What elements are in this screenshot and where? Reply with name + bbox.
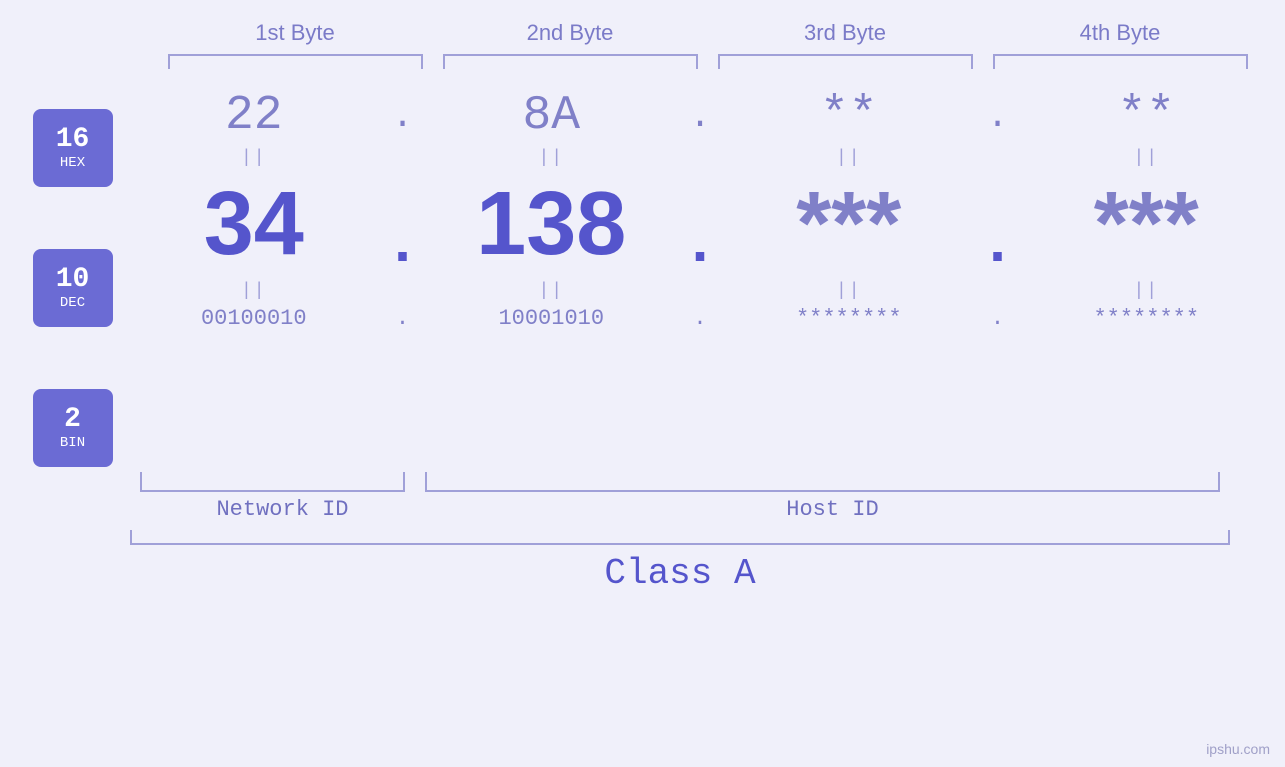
dec-cell-2: 138 bbox=[428, 173, 676, 276]
id-labels-row: Network ID Host ID bbox=[130, 497, 1230, 522]
dec-value-1: 34 bbox=[204, 173, 304, 276]
bin-dot-2: . bbox=[675, 306, 725, 331]
eq-cell-4: || bbox=[1023, 148, 1271, 168]
dec-dot-1: . bbox=[378, 186, 428, 276]
hex-dot-1: . bbox=[378, 96, 428, 137]
bin-cell-2: 10001010 bbox=[428, 306, 676, 331]
bin-value-3: ******** bbox=[796, 306, 902, 331]
host-id-label: Host ID bbox=[435, 497, 1230, 522]
bin-dot-val-1: . bbox=[396, 306, 409, 331]
hex-dot-2: . bbox=[675, 96, 725, 137]
hex-dot-val-2: . bbox=[689, 96, 711, 137]
bin-badge: 2 BIN bbox=[33, 389, 113, 467]
dec-value-3: *** bbox=[796, 173, 901, 276]
dec-dot-2: . bbox=[675, 186, 725, 276]
dec-cell-3: *** bbox=[725, 173, 973, 276]
bin-badge-num: 2 bbox=[64, 405, 81, 436]
bin-cell-1: 00100010 bbox=[130, 306, 378, 331]
top-bracket-row bbox=[158, 54, 1258, 74]
class-label: Class A bbox=[130, 553, 1230, 594]
byte-header-1: 1st Byte bbox=[158, 20, 433, 54]
eq-cell-1: || bbox=[130, 148, 378, 168]
bin-badge-label: BIN bbox=[60, 435, 85, 451]
hex-dot-val-1: . bbox=[392, 96, 414, 137]
equals-row-1: || || || || bbox=[130, 143, 1270, 173]
byte-headers-row: 1st Byte 2nd Byte 3rd Byte 4th Byte bbox=[158, 20, 1258, 54]
dec-badge-num: 10 bbox=[56, 265, 90, 296]
dec-value-4: *** bbox=[1094, 173, 1199, 276]
main-container: 1st Byte 2nd Byte 3rd Byte 4th Byte 16 H… bbox=[0, 0, 1285, 767]
eq-cell-3: || bbox=[725, 148, 973, 168]
bin-data-row: 00100010 . 10001010 . ******** . bbox=[130, 306, 1270, 331]
network-id-label: Network ID bbox=[130, 497, 435, 522]
hex-cell-2: 8A bbox=[428, 89, 676, 143]
equals-row-2: || || || || bbox=[130, 276, 1270, 306]
badges-column: 16 HEX 10 DEC 2 BIN bbox=[0, 89, 130, 467]
hex-cell-1: 22 bbox=[130, 89, 378, 143]
eq2-cell-4: || bbox=[1023, 281, 1271, 301]
dec-dot-val-3: . bbox=[979, 186, 1015, 276]
bracket-top-4 bbox=[993, 54, 1248, 69]
bracket-1 bbox=[168, 54, 423, 74]
bracket-2 bbox=[443, 54, 698, 74]
hex-value-4: ** bbox=[1117, 89, 1175, 143]
hex-cell-4: ** bbox=[1023, 89, 1271, 143]
hex-value-2: 8A bbox=[522, 89, 580, 143]
bracket-top-3 bbox=[718, 54, 973, 69]
hex-data-row: 22 . 8A . ** . ** bbox=[130, 89, 1270, 143]
bracket-4 bbox=[993, 54, 1248, 74]
dec-value-2: 138 bbox=[476, 173, 626, 276]
bracket-3 bbox=[718, 54, 973, 74]
dec-dot-val-2: . bbox=[682, 186, 718, 276]
hex-badge-num: 16 bbox=[56, 125, 90, 156]
dec-cell-4: *** bbox=[1023, 173, 1271, 276]
bin-dot-3: . bbox=[973, 306, 1023, 331]
hex-dot-val-3: . bbox=[987, 96, 1009, 137]
bottom-brackets bbox=[130, 472, 1230, 492]
hex-badge: 16 HEX bbox=[33, 109, 113, 187]
bracket-top-1 bbox=[168, 54, 423, 69]
bin-value-2: 10001010 bbox=[498, 306, 604, 331]
bottom-area: Network ID Host ID Class A bbox=[0, 472, 1285, 594]
network-id-bracket bbox=[140, 472, 405, 492]
bin-dot-val-3: . bbox=[991, 306, 1004, 331]
bin-cell-3: ******** bbox=[725, 306, 973, 331]
byte-header-4: 4th Byte bbox=[983, 20, 1258, 54]
dec-badge-label: DEC bbox=[60, 295, 85, 311]
eq2-cell-2: || bbox=[428, 281, 676, 301]
dec-dot-3: . bbox=[973, 186, 1023, 276]
hex-badge-label: HEX bbox=[60, 155, 85, 171]
byte-header-3: 3rd Byte bbox=[708, 20, 983, 54]
host-id-bracket bbox=[425, 472, 1220, 492]
footer: ipshu.com bbox=[1206, 741, 1270, 757]
big-bracket bbox=[130, 530, 1230, 545]
dec-cell-1: 34 bbox=[130, 173, 378, 276]
main-content-area: 16 HEX 10 DEC 2 BIN 22 . bbox=[0, 89, 1285, 467]
eq2-cell-3: || bbox=[725, 281, 973, 301]
dec-data-row: 34 . 138 . *** . *** bbox=[130, 173, 1270, 276]
bin-value-4: ******** bbox=[1093, 306, 1199, 331]
bin-value-1: 00100010 bbox=[201, 306, 307, 331]
footer-text: ipshu.com bbox=[1206, 741, 1270, 757]
bin-dot-1: . bbox=[378, 306, 428, 331]
byte-header-2: 2nd Byte bbox=[433, 20, 708, 54]
eq-cell-2: || bbox=[428, 148, 676, 168]
bin-cell-4: ******** bbox=[1023, 306, 1271, 331]
hex-cell-3: ** bbox=[725, 89, 973, 143]
data-rows: 22 . 8A . ** . ** bbox=[130, 89, 1285, 331]
hex-value-1: 22 bbox=[225, 89, 283, 143]
bracket-top-2 bbox=[443, 54, 698, 69]
dec-badge: 10 DEC bbox=[33, 249, 113, 327]
hex-dot-3: . bbox=[973, 96, 1023, 137]
hex-value-3: ** bbox=[820, 89, 878, 143]
dec-dot-val-1: . bbox=[384, 186, 420, 276]
bin-dot-val-2: . bbox=[693, 306, 706, 331]
eq2-cell-1: || bbox=[130, 281, 378, 301]
